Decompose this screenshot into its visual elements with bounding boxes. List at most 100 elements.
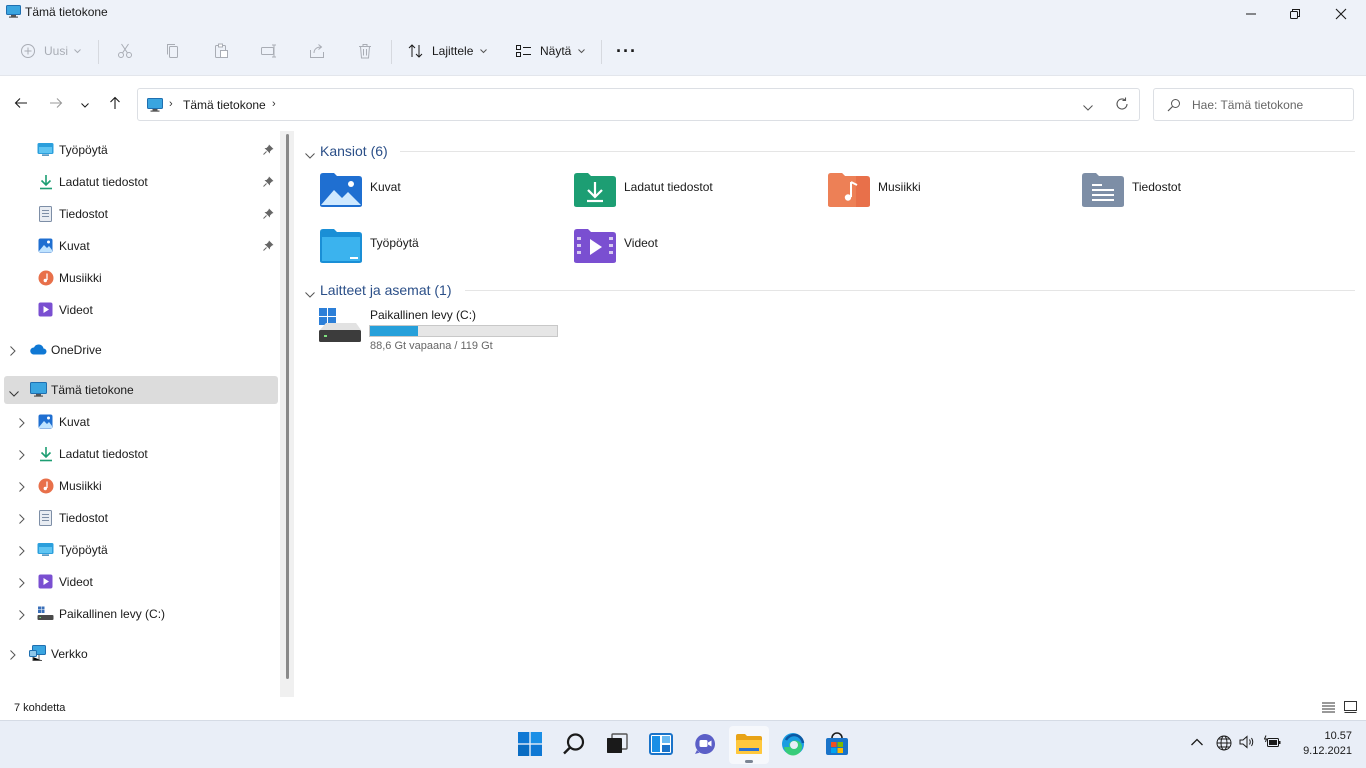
chevron-right-icon[interactable]	[19, 545, 29, 556]
chevron-right-icon[interactable]	[10, 345, 20, 356]
paste-button[interactable]	[212, 38, 230, 64]
minimize-button[interactable]	[1228, 0, 1274, 28]
sidebar-item-music[interactable]: Musiikki	[4, 472, 278, 500]
breadcrumb-this-pc[interactable]: Tämä tietokone	[183, 98, 266, 112]
chevron-right-icon[interactable]	[19, 609, 29, 620]
chevron-right-icon[interactable]	[10, 649, 20, 660]
sidebar-item-music[interactable]: Musiikki	[4, 264, 278, 292]
chevron-right-icon[interactable]	[19, 449, 29, 460]
breadcrumb-separator[interactable]: ›	[169, 98, 173, 110]
command-bar: Uusi Lajittele Näytä ···	[0, 26, 1366, 76]
folder-tile-desktop[interactable]: Työpöytä	[320, 228, 570, 276]
chevron-right-icon[interactable]	[19, 481, 29, 492]
show-hidden-icons-button[interactable]	[1188, 735, 1206, 749]
folders-group-header[interactable]: Kansiot (6)	[305, 141, 1360, 161]
drive-icon	[318, 308, 362, 347]
recent-locations-button[interactable]	[75, 94, 95, 114]
sidebar-item-local-disk[interactable]: Paikallinen levy (C:)	[4, 600, 278, 628]
toolbar-separator	[601, 40, 602, 64]
folder-tile-label: Kuvat	[370, 180, 401, 194]
volume-button[interactable]	[1238, 735, 1256, 752]
network-status-button[interactable]	[1215, 735, 1233, 754]
pin-icon[interactable]	[263, 240, 274, 254]
chevron-right-icon[interactable]	[19, 577, 29, 588]
delete-button[interactable]	[356, 38, 374, 64]
item-count: 7 kohdetta	[14, 702, 66, 714]
devices-group-header[interactable]: Laitteet ja asemat (1)	[305, 280, 1360, 300]
pin-icon[interactable]	[263, 176, 274, 190]
sidebar-item-desktop[interactable]: Työpöytä	[4, 136, 278, 164]
battery-button[interactable]	[1263, 735, 1283, 752]
widgets-button[interactable]	[641, 726, 681, 764]
sidebar-item-desktop[interactable]: Työpöytä	[4, 536, 278, 564]
folder-tile-downloads[interactable]: Ladatut tiedostot	[574, 172, 824, 220]
sidebar-item-network[interactable]: Verkko	[4, 640, 278, 668]
sidebar-item-pictures[interactable]: Kuvat	[4, 408, 278, 436]
sidebar-item-pictures[interactable]: Kuvat	[4, 232, 278, 260]
address-bar[interactable]: › Tämä tietokone ›	[137, 88, 1140, 121]
tiles-view-button[interactable]	[1344, 701, 1357, 716]
sidebar-item-documents[interactable]: Tiedostot	[4, 504, 278, 532]
close-button[interactable]	[1318, 0, 1364, 28]
folder-tile-videos[interactable]: Videot	[574, 228, 824, 276]
chevron-right-icon[interactable]	[19, 417, 29, 428]
speaker-icon	[1239, 735, 1255, 752]
task-view-button[interactable]	[597, 726, 637, 764]
teams-chat-button[interactable]	[685, 726, 725, 764]
music-folder-icon	[828, 172, 870, 211]
sidebar-item-downloads[interactable]: Ladatut tiedostot	[4, 168, 278, 196]
start-button[interactable]	[510, 726, 550, 764]
chevron-down-icon[interactable]	[9, 386, 19, 397]
music-icon	[38, 478, 54, 494]
download-icon	[39, 174, 55, 190]
pin-icon[interactable]	[263, 144, 274, 158]
chevron-down-icon	[81, 97, 89, 111]
details-view-button[interactable]	[1322, 702, 1335, 716]
restore-button[interactable]	[1272, 0, 1318, 28]
back-button[interactable]	[10, 94, 32, 114]
folder-tile-pictures[interactable]: Kuvat	[320, 172, 570, 220]
sidebar-item-label: Ladatut tiedostot	[59, 447, 148, 461]
forward-button[interactable]	[45, 94, 67, 114]
more-options-button[interactable]: ···	[616, 38, 637, 64]
refresh-button[interactable]	[1115, 97, 1129, 114]
chevron-down-icon	[578, 48, 586, 54]
file-explorer-taskbar-button[interactable]	[729, 726, 769, 764]
copy-button[interactable]	[164, 38, 182, 64]
sidebar-item-label: Työpöytä	[59, 543, 108, 557]
taskbar-clock[interactable]: 10.57 9.12.2021	[1288, 729, 1352, 759]
share-button[interactable]	[308, 38, 326, 64]
microsoft-store-button[interactable]	[817, 726, 857, 764]
folder-tile-documents[interactable]: Tiedostot	[1082, 172, 1332, 220]
view-button[interactable]: Näytä	[515, 38, 586, 64]
folder-tile-music[interactable]: Musiikki	[828, 172, 1078, 220]
search-box[interactable]	[1153, 88, 1354, 121]
chevron-right-icon[interactable]	[19, 513, 29, 524]
edge-icon	[781, 732, 805, 759]
search-input[interactable]	[1192, 97, 1347, 113]
trash-icon	[356, 42, 374, 60]
sidebar-item-downloads[interactable]: Ladatut tiedostot	[4, 440, 278, 468]
breadcrumb-separator[interactable]: ›	[272, 98, 276, 110]
new-button[interactable]: Uusi	[20, 38, 81, 64]
rename-button[interactable]	[260, 38, 278, 64]
sidebar-item-this-pc[interactable]: Tämä tietokone	[4, 376, 278, 404]
scissors-icon	[116, 42, 134, 60]
address-history-button[interactable]	[1083, 100, 1093, 114]
up-button[interactable]	[104, 94, 126, 114]
sidebar-item-onedrive[interactable]: OneDrive	[4, 336, 278, 364]
sidebar-item-videos[interactable]: Videot	[4, 568, 278, 596]
drive-tile-local-disk[interactable]: Paikallinen levy (C:) 88,6 Gt vapaana / …	[318, 306, 578, 356]
taskbar-search-button[interactable]	[554, 726, 594, 764]
documents-folder-icon	[1082, 172, 1124, 211]
cut-button[interactable]	[116, 38, 134, 64]
copy-icon	[164, 42, 182, 60]
sidebar-scroll-thumb[interactable]	[286, 134, 289, 679]
refresh-icon	[1115, 97, 1129, 114]
sort-button[interactable]: Lajittele	[407, 38, 488, 64]
edge-browser-button[interactable]	[773, 726, 813, 764]
pin-icon[interactable]	[263, 208, 274, 222]
sidebar-item-videos[interactable]: Videot	[4, 296, 278, 324]
folder-tile-label: Työpöytä	[370, 236, 419, 250]
sidebar-item-documents[interactable]: Tiedostot	[4, 200, 278, 228]
